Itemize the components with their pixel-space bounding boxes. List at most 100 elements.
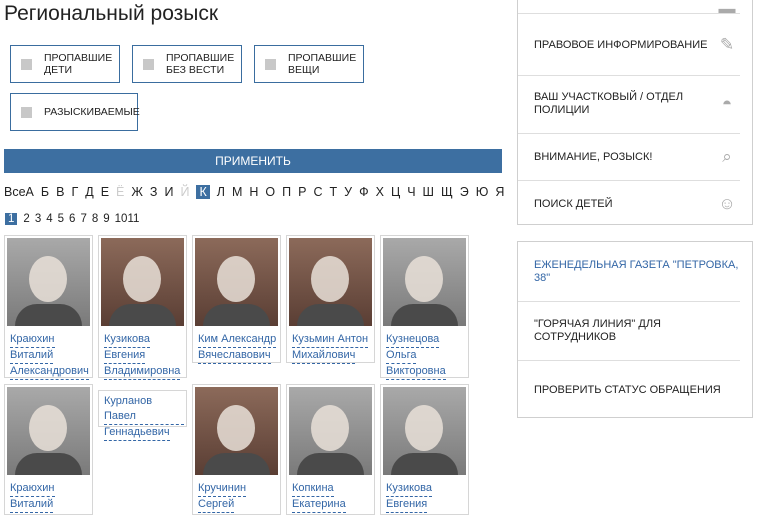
document-pen-icon: ✎	[719, 35, 735, 54]
filter-checkbox[interactable]	[21, 106, 32, 118]
letter-З[interactable]: З	[150, 185, 158, 199]
person-name[interactable]: Кузикова Евгения	[386, 481, 466, 513]
filter-label: Пропавшие дети	[44, 52, 113, 76]
person-photo	[383, 387, 466, 475]
person-card[interactable]: Кузикова Евгения Владимировна	[98, 235, 187, 380]
letter-Т[interactable]: Т	[330, 185, 338, 199]
person-photo	[7, 387, 90, 475]
letter-Е[interactable]: Е	[101, 185, 109, 199]
letter-Ф[interactable]: Ф	[359, 185, 369, 199]
letter-С[interactable]: С	[313, 185, 322, 199]
person-photo	[7, 238, 90, 326]
letter-П[interactable]: П	[282, 185, 291, 199]
letter-Р[interactable]: Р	[298, 185, 306, 199]
letter-ВсеА[interactable]: ВсеА	[4, 185, 34, 199]
person-name[interactable]: Кузикова Евгения Владимировна	[104, 332, 184, 380]
filter-checkbox[interactable]	[265, 58, 276, 70]
filter-wanted[interactable]: Разыскиваемые	[10, 93, 140, 131]
letter-Ё[interactable]: Ё	[116, 185, 124, 199]
page-link-2[interactable]: 2	[23, 213, 29, 225]
person-card[interactable]: Копкина Екатерина	[286, 384, 375, 515]
filter-missing-persons[interactable]: Пропавшие без вести	[132, 45, 242, 83]
page-link-9[interactable]: 9	[103, 213, 109, 225]
person-card[interactable]: Краюхин Виталий Александрович	[4, 235, 93, 380]
sidebar-link-newspaper[interactable]: Еженедельная газета "Петровка, 38"	[534, 258, 740, 286]
filter-checkbox[interactable]	[143, 58, 154, 70]
person-photo	[195, 238, 278, 326]
person-name[interactable]: Копкина Екатерина	[292, 481, 372, 513]
letter-Э[interactable]: Э	[460, 185, 469, 199]
page-link-5[interactable]: 5	[58, 213, 64, 225]
person-photo	[383, 238, 466, 326]
person-name[interactable]: Курланов Павел Геннадьевич	[104, 394, 184, 441]
letter-У[interactable]: У	[344, 185, 352, 199]
page-link-1[interactable]: 1	[5, 213, 18, 225]
page-link-10[interactable]: 10	[115, 213, 128, 225]
letter-Ч[interactable]: Ч	[407, 185, 415, 199]
letter-Ц[interactable]: Ц	[391, 185, 400, 199]
letter-Н[interactable]: Н	[249, 185, 258, 199]
filter-missing-children[interactable]: Пропавшие дети	[10, 45, 120, 83]
pagination: 1 2 3 4 5 6 7 8 9 10 11	[5, 213, 144, 225]
person-photo	[289, 387, 372, 475]
letter-М[interactable]: М	[232, 185, 242, 199]
sidebar-item-child-search[interactable]: Поиск детей	[534, 196, 740, 212]
person-card[interactable]: Ким Александр Вячеславович	[192, 235, 281, 364]
page-link-4[interactable]: 4	[46, 213, 52, 225]
person-card[interactable]: Курланов Павел Геннадьевич	[98, 390, 187, 441]
person-card[interactable]: Краюхин Виталий	[4, 384, 93, 515]
filter-label: Пропавшие вещи	[288, 52, 357, 76]
person-name[interactable]: Краюхин Виталий Александрович	[10, 332, 90, 380]
page-link-7[interactable]: 7	[80, 213, 86, 225]
letter-Л[interactable]: Л	[217, 185, 225, 199]
person-card[interactable]: Кузьмин Антон Михайлович	[286, 235, 375, 364]
apply-button[interactable]: Применить	[4, 149, 502, 173]
person-name[interactable]: Краюхин Виталий	[10, 481, 90, 513]
page-link-3[interactable]: 3	[35, 213, 41, 225]
person-name[interactable]: Ким Александр Вячеславович	[198, 332, 278, 364]
top-partial-icon: ▬	[718, 0, 736, 18]
filter-missing-items[interactable]: Пропавшие вещи	[254, 45, 364, 83]
letter-И[interactable]: И	[164, 185, 173, 199]
sidebar-item-legal-info[interactable]: Правовое информирование	[534, 31, 740, 59]
letter-В[interactable]: В	[56, 185, 64, 199]
sidebar-services: ▬ Правовое информирование ✎ Ваш участков…	[517, 0, 753, 225]
letter-Б[interactable]: Б	[41, 185, 49, 199]
person-photo	[195, 387, 278, 475]
letter-Ю[interactable]: Ю	[476, 185, 489, 199]
letter-Щ[interactable]: Щ	[441, 185, 453, 199]
child-icon: ☺	[718, 194, 736, 213]
letter-О[interactable]: О	[265, 185, 275, 199]
magnifier-icon: ⌕	[722, 147, 732, 166]
page-link-11[interactable]: 11	[127, 213, 139, 225]
person-name[interactable]: Кузьмин Антон Михайлович	[292, 332, 372, 364]
page-link-8[interactable]: 8	[92, 213, 98, 225]
sidebar-links: Еженедельная газета "Петровка, 38" "Горя…	[517, 241, 753, 418]
letter-Г[interactable]: Г	[71, 185, 78, 199]
person-photo	[101, 238, 184, 326]
letter-Й[interactable]: Й	[180, 185, 189, 199]
letter-Д[interactable]: Д	[85, 185, 93, 199]
letter-Ш[interactable]: Ш	[423, 185, 434, 199]
sidebar-item-district-officer[interactable]: Ваш участковый / отдел полиции	[534, 90, 740, 118]
sidebar-item-wanted-alert[interactable]: Внимание, розыск!	[534, 149, 740, 165]
alphabet-filter: ВсеА Б В Г Д Е Ё Ж З И Й К Л М Н О П Р С Т У Ф Х Ц Ч Ш Щ Э Ю Я	[4, 183, 511, 200]
person-name[interactable]: Кузнецова Ольга Викторовна	[386, 332, 466, 380]
person-card[interactable]: Кузикова Евгения	[380, 384, 469, 515]
letter-К[interactable]: К	[196, 184, 210, 199]
person-card[interactable]: Кузнецова Ольга Викторовна	[380, 235, 469, 380]
filter-label: Разыскиваемые	[44, 106, 140, 118]
sidebar-link-hotline[interactable]: "Горячая линия" для сотрудников	[534, 317, 740, 345]
person-card[interactable]: Кручинин Сергей	[192, 384, 281, 515]
police-cap-icon: ◓	[721, 94, 733, 113]
letter-Х[interactable]: Х	[376, 185, 384, 199]
page-link-6[interactable]: 6	[69, 213, 75, 225]
person-name[interactable]: Кручинин Сергей	[198, 481, 278, 513]
filter-checkbox[interactable]	[21, 58, 32, 70]
person-photo	[289, 238, 372, 326]
letter-Ж[interactable]: Ж	[131, 185, 143, 199]
page-title: Региональный розыск	[4, 2, 219, 25]
sidebar-link-check-status[interactable]: Проверить статус обращения	[534, 376, 740, 404]
filter-label: Пропавшие без вести	[166, 52, 235, 76]
letter-Я[interactable]: Я	[495, 185, 504, 199]
